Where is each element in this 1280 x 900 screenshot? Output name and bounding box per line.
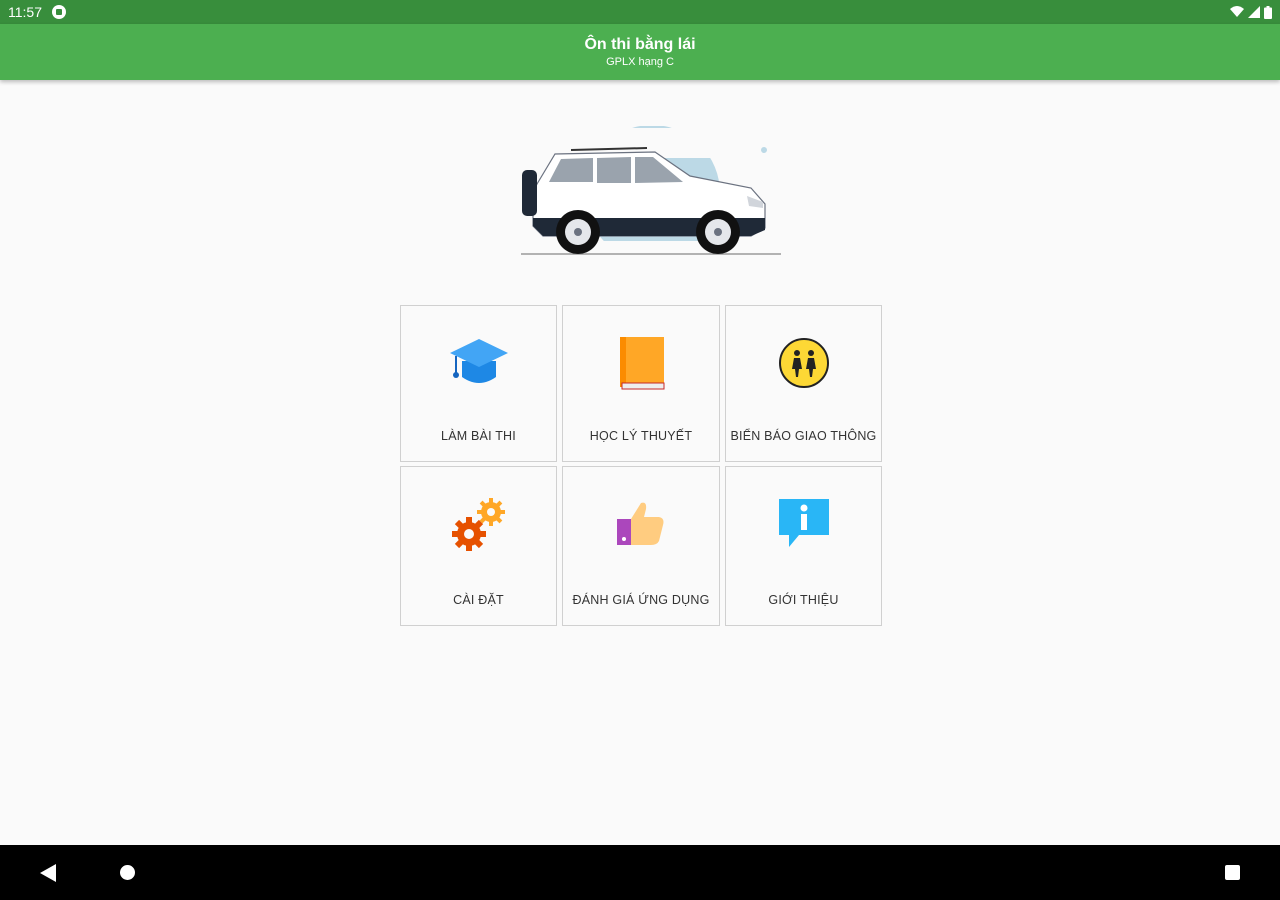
menu-item-study-theory[interactable]: HỌC LÝ THUYẾT (562, 305, 720, 462)
car-illustration (515, 126, 785, 261)
menu-item-label: ĐÁNH GIÁ ỨNG DỤNG (572, 593, 710, 607)
menu-item-rate-app[interactable]: ĐÁNH GIÁ ỨNG DỤNG (562, 466, 720, 626)
thumbs-up-icon (610, 493, 672, 555)
menu-item-label: GIỚI THIỆU (768, 593, 839, 607)
app-title: Ôn thi bằng lái (584, 36, 696, 53)
menu-item-traffic-signs[interactable]: BIỂN BÁO GIAO THÔNG (725, 305, 882, 462)
menu-item-take-test[interactable]: LÀM BÀI THI (400, 305, 557, 462)
home-icon[interactable] (120, 865, 135, 880)
menu-item-label: CÀI ĐẶT (453, 593, 504, 607)
gears-icon (448, 493, 510, 555)
graduation-cap-icon (448, 332, 510, 394)
status-indicators (1230, 5, 1272, 19)
menu-item-about[interactable]: GIỚI THIỆU (725, 466, 882, 626)
book-icon (610, 332, 672, 394)
navigation-bar (0, 845, 1280, 900)
recent-apps-icon[interactable] (1225, 865, 1240, 880)
battery-icon (1264, 5, 1272, 19)
info-icon (773, 493, 835, 555)
menu-item-label: BIỂN BÁO GIAO THÔNG (730, 429, 877, 443)
status-bar: 11:57 (0, 0, 1280, 24)
app-subtitle: GPLX hạng C (606, 56, 674, 68)
back-icon[interactable] (40, 864, 56, 882)
menu-grid: LÀM BÀI THI HỌC LÝ THUYẾT BIỂN BÁO GIAO … (400, 305, 882, 626)
app-bar: Ôn thi bằng lái GPLX hạng C (0, 24, 1280, 80)
menu-item-label: HỌC LÝ THUYẾT (589, 429, 693, 443)
menu-item-label: LÀM BÀI THI (441, 429, 516, 443)
app-notification-icon (52, 5, 66, 19)
signal-icon (1248, 6, 1260, 18)
status-time: 11:57 (8, 4, 42, 20)
menu-item-settings[interactable]: CÀI ĐẶT (400, 466, 557, 626)
wifi-icon (1230, 6, 1244, 17)
traffic-sign-icon (773, 332, 835, 394)
